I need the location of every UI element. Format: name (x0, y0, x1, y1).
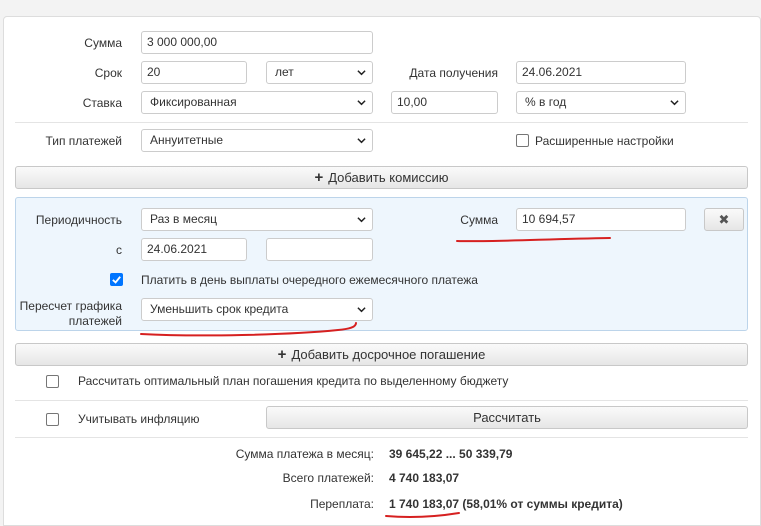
payment-type-value: Аннуитетные (150, 133, 224, 147)
optimal-plan-checkbox[interactable] (46, 375, 59, 388)
pay-on-day-label: Платить в день выплаты очередного ежемес… (141, 273, 478, 287)
term-unit-select[interactable]: лет (266, 61, 373, 84)
inflation-checkbox[interactable] (46, 413, 59, 426)
term-label: Срок (94, 66, 122, 80)
rate-type-select[interactable]: Фиксированная (141, 91, 373, 114)
chevron-down-icon (357, 136, 366, 145)
chevron-down-icon (670, 98, 679, 107)
close-icon: ✖ (718, 212, 730, 227)
recalc-value: Уменьшить срок кредита (150, 302, 289, 316)
rate-label: Ставка (82, 96, 122, 110)
remove-early-repayment-button[interactable]: ✖ (704, 208, 744, 231)
recalc-label-line2: платежей (68, 314, 122, 328)
to-date-input[interactable] (266, 238, 373, 261)
optimal-plan-label: Рассчитать оптимальный план погашения кр… (78, 374, 509, 388)
payment-type-select[interactable]: Аннуитетные (141, 129, 373, 152)
recalc-label-line1: Пересчет графика (19, 299, 122, 313)
chevron-down-icon (357, 215, 366, 224)
total-payments-label: Всего платежей: (282, 471, 374, 485)
pay-on-day-checkbox[interactable] (110, 273, 123, 286)
divider (15, 437, 748, 438)
rate-unit-value: % в год (525, 95, 567, 109)
overpayment-value: 1 740 183,07 (58,01% от суммы кредита) (389, 497, 623, 511)
recalc-label: Пересчет графика платежей (8, 299, 122, 329)
credit-calculator-panel: Сумма 3 000 000,00 Срок 20 лет Дата полу… (3, 16, 761, 526)
from-date-input[interactable]: 24.06.2021 (141, 238, 247, 261)
periodicity-label: Периодичность (35, 213, 122, 227)
rate-unit-select[interactable]: % в год (516, 91, 686, 114)
sum-label: Сумма (84, 36, 122, 50)
add-commission-label: Добавить комиссию (328, 170, 449, 185)
sum-input[interactable]: 3 000 000,00 (141, 31, 373, 54)
rate-type-value: Фиксированная (150, 95, 237, 109)
recalc-select[interactable]: Уменьшить срок кредита (141, 298, 373, 321)
monthly-payment-label: Сумма платежа в месяц: (235, 447, 374, 461)
monthly-payment-value: 39 645,22 ... 50 339,79 (389, 447, 513, 461)
add-commission-button[interactable]: + Добавить комиссию (15, 166, 748, 189)
total-payments-value: 4 740 183,07 (389, 471, 460, 485)
calculate-button[interactable]: Рассчитать (266, 406, 748, 429)
term-unit-value: лет (275, 65, 294, 79)
periodicity-value: Раз в месяц (150, 212, 217, 226)
inflation-label: Учитывать инфляцию (78, 412, 200, 426)
divider (15, 122, 748, 123)
plus-icon: + (277, 346, 287, 363)
receive-date-label: Дата получения (409, 66, 498, 80)
chevron-down-icon (357, 305, 366, 314)
payment-type-label: Тип платежей (45, 134, 122, 148)
from-label: с (116, 243, 122, 257)
overpayment-label: Переплата: (310, 497, 374, 511)
receive-date-input[interactable]: 24.06.2021 (516, 61, 686, 84)
add-early-repayment-label: Добавить досрочное погашение (291, 347, 486, 362)
chevron-down-icon (357, 68, 366, 77)
add-early-repayment-button[interactable]: + Добавить досрочное погашение (15, 343, 748, 366)
checkmark-icon (112, 276, 121, 284)
chevron-down-icon (357, 98, 366, 107)
early-sum-input[interactable]: 10 694,57 (516, 208, 686, 231)
divider (15, 400, 748, 401)
advanced-settings-label: Расширенные настройки (535, 134, 674, 148)
periodicity-select[interactable]: Раз в месяц (141, 208, 373, 231)
rate-input[interactable]: 10,00 (391, 91, 498, 114)
term-input[interactable]: 20 (141, 61, 247, 84)
early-sum-label: Сумма (460, 213, 498, 227)
plus-icon: + (314, 169, 324, 186)
advanced-settings-checkbox[interactable] (516, 134, 529, 147)
